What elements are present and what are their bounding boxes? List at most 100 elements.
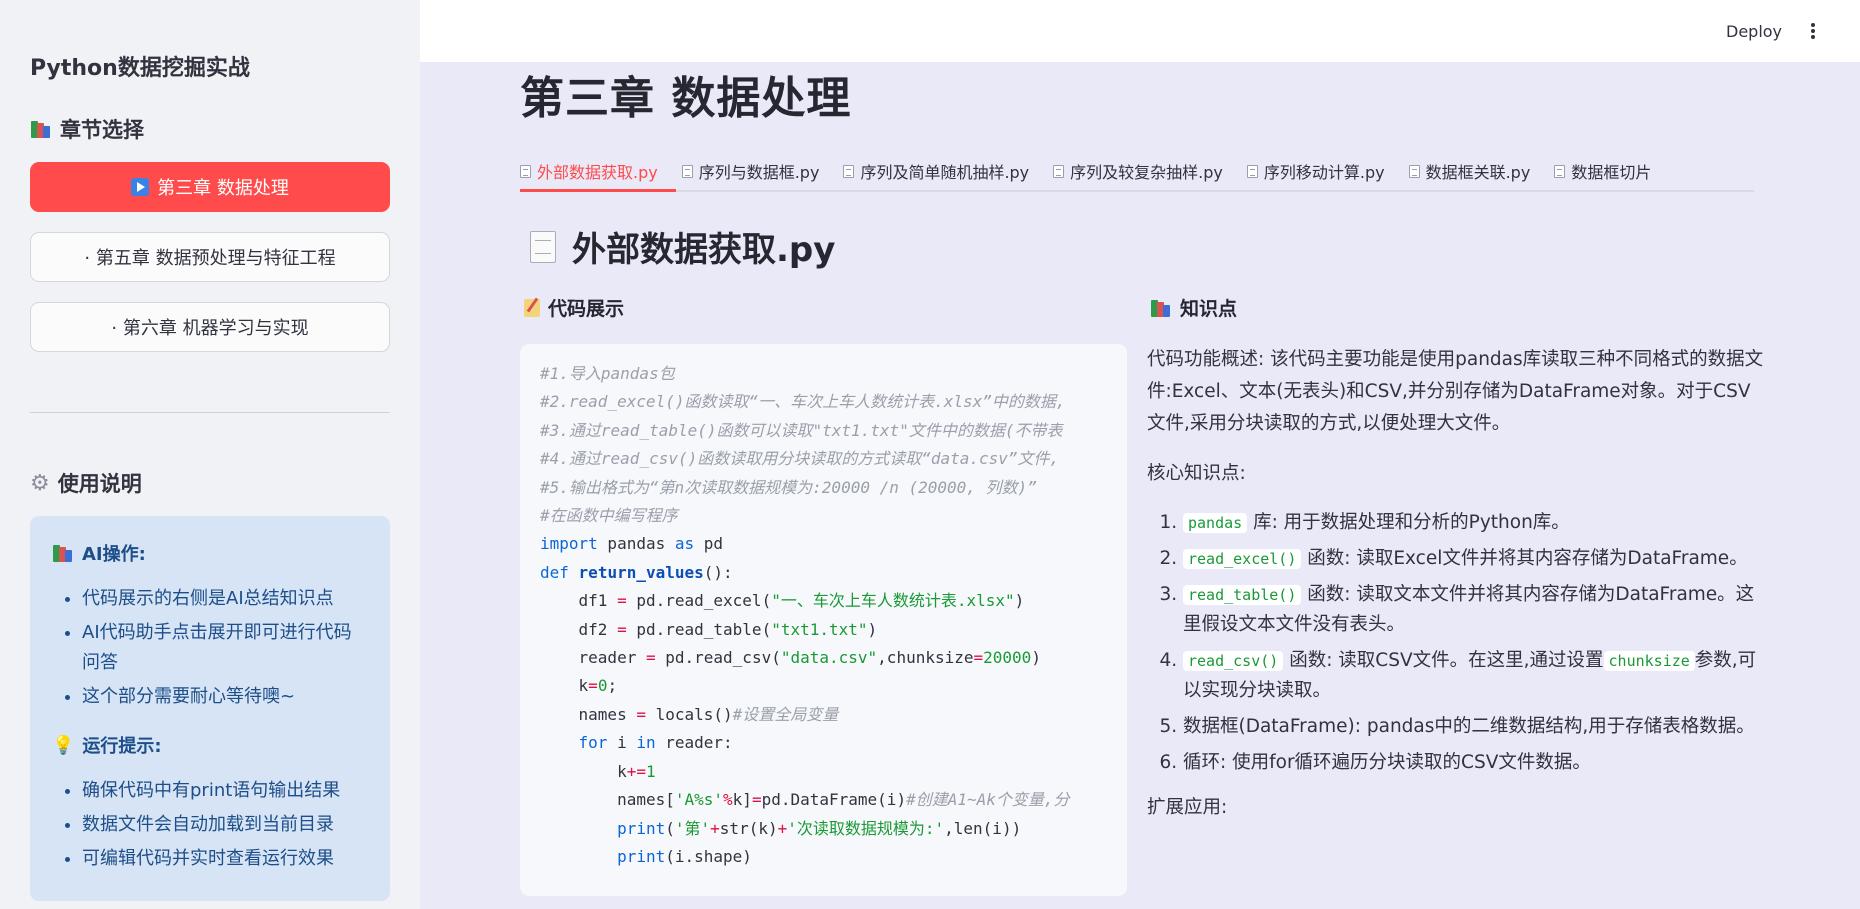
tab-file-3[interactable]: 序列及简单随机抽样.py bbox=[843, 146, 1029, 190]
code-number: 20000 bbox=[983, 648, 1032, 668]
tab-label: 序列移动计算.py bbox=[1263, 163, 1385, 182]
tab-label: 外部数据获取.py bbox=[537, 163, 658, 182]
code-text: ) bbox=[1014, 591, 1025, 611]
run-tips-title: 运行提示: bbox=[82, 736, 162, 757]
code-operator: = bbox=[636, 704, 646, 724]
run-tips-heading: 💡 运行提示: bbox=[52, 732, 368, 758]
inline-code: read_table() bbox=[1183, 585, 1302, 605]
usage-title: 使用说明 bbox=[57, 472, 142, 496]
chapter-button-5[interactable]: · 第五章 数据预处理与特征工程 bbox=[30, 232, 390, 282]
code-number: 1 bbox=[645, 761, 656, 781]
tab-file-1[interactable]: 外部数据获取.py bbox=[520, 146, 658, 190]
tab-file-5[interactable]: 序列移动计算.py bbox=[1246, 146, 1385, 190]
inline-code: read_csv() bbox=[1183, 651, 1284, 671]
core-points-list: pandas 库: 用于数据处理和分析的Python库。 read_excel(… bbox=[1147, 508, 1767, 778]
code-text: k] bbox=[732, 790, 752, 810]
ai-ops-heading: AI操作: bbox=[52, 540, 368, 566]
code-text: ( bbox=[665, 818, 675, 838]
code-text: reader: bbox=[655, 733, 733, 753]
extension-heading: 扩展应用: bbox=[1147, 797, 1228, 818]
knowledge-heading: 知识点 bbox=[1150, 294, 1237, 321]
code-text: i bbox=[607, 733, 637, 753]
main-content: 第三章 数据处理 外部数据获取.py 序列与数据框.py 序列及简单随机抽样.p… bbox=[420, 62, 1860, 909]
chapter-button-3[interactable]: 第三章 数据处理 bbox=[30, 162, 390, 212]
chapter-section-title: 章节选择 bbox=[60, 118, 144, 142]
list-item: AI代码助手点击展开即可进行代码问答 bbox=[82, 618, 368, 678]
code-operator: = bbox=[751, 790, 762, 810]
active-tab-indicator bbox=[520, 189, 676, 192]
tab-underline bbox=[520, 190, 1754, 192]
tab-file-2[interactable]: 序列与数据框.py bbox=[681, 146, 819, 190]
tab-file-6[interactable]: 数据框关联.py bbox=[1408, 146, 1531, 190]
page-title: 第三章 数据处理 bbox=[520, 73, 852, 124]
list-item-text: 函数: 读取CSV文件。在这里,通过设置 bbox=[1283, 650, 1604, 671]
list-item: pandas 库: 用于数据处理和分析的Python库。 bbox=[1183, 508, 1767, 538]
tab-file-7[interactable]: 数据框切片 bbox=[1554, 146, 1651, 190]
lightbulb-icon: 💡 bbox=[52, 734, 75, 756]
tab-file-4[interactable]: 序列及较复杂抽样.py bbox=[1053, 146, 1223, 190]
code-operator: = bbox=[617, 619, 627, 639]
code-comment: #4.通过read_csv()函数读取用分块读取的方式读取“data.csv”文… bbox=[540, 449, 1060, 469]
code-block[interactable]: #1.导入pandas包 #2.read_excel()函数读取“一、车次上车人… bbox=[520, 344, 1127, 896]
file-title-text: 外部数据获取.py bbox=[572, 230, 836, 270]
code-string: '第' bbox=[674, 818, 711, 838]
list-item: 代码展示的右侧是AI总结知识点 bbox=[82, 584, 368, 614]
list-item: 循环: 使用for循环遍历分块读取的CSV文件数据。 bbox=[1183, 748, 1767, 778]
code-operator: = bbox=[973, 648, 984, 668]
code-text: df2 bbox=[540, 619, 618, 639]
list-item: read_excel() 函数: 读取Excel文件并将其内容存储为DataFr… bbox=[1183, 544, 1767, 574]
deploy-button[interactable]: Deploy bbox=[1726, 22, 1782, 41]
code-text: ) bbox=[867, 619, 878, 639]
code-text: locals() bbox=[645, 704, 733, 724]
code-operator: % bbox=[723, 790, 733, 810]
inline-code: read_excel() bbox=[1183, 549, 1302, 569]
list-item-text: 数据框(DataFrame): pandas中的二维数据结构,用于存储表格数据。 bbox=[1183, 716, 1755, 737]
code-string: 'A%s' bbox=[674, 790, 724, 810]
app-title: Python数据挖掘实战 bbox=[30, 56, 250, 81]
document-icon bbox=[1246, 164, 1258, 178]
list-item: 可编辑代码并实时查看运行效果 bbox=[82, 844, 368, 874]
code-lines: #1.导入pandas包 #2.read_excel()函数读取“一、车次上车人… bbox=[540, 360, 1070, 871]
inline-code: pandas bbox=[1183, 513, 1248, 533]
tab-label: 序列及简单随机抽样.py bbox=[860, 163, 1030, 182]
code-text: str(k) bbox=[719, 818, 778, 838]
code-comment: #2.read_excel()函数读取“一、车次上车人数统计表.xlsx”中的数… bbox=[540, 392, 1066, 412]
core-points-heading: 核心知识点: bbox=[1147, 463, 1246, 484]
code-text: (): bbox=[703, 562, 733, 582]
document-icon bbox=[520, 164, 531, 178]
document-icon bbox=[681, 164, 693, 178]
code-heading-text: 代码展示 bbox=[548, 298, 625, 320]
list-item: 确保代码中有print语句输出结果 bbox=[82, 776, 368, 806]
memo-icon bbox=[524, 298, 540, 317]
chapter-button-label: · 第六章 机器学习与实现 bbox=[111, 318, 309, 339]
chapter-button-6[interactable]: · 第六章 机器学习与实现 bbox=[30, 302, 390, 352]
code-text: names bbox=[540, 704, 637, 724]
code-text: k bbox=[540, 761, 627, 781]
tab-label: 数据框关联.py bbox=[1425, 163, 1531, 182]
code-text: pd.DataFrame(i) bbox=[761, 790, 907, 810]
code-text: pd.read_excel( bbox=[626, 591, 772, 611]
usage-heading: ⚙ 使用说明 bbox=[30, 468, 142, 498]
document-icon bbox=[1408, 164, 1420, 178]
play-icon bbox=[131, 178, 150, 196]
books-icon bbox=[52, 543, 74, 563]
overview-text: 代码功能概述: 该代码主要功能是使用pandas库读取三种不同格式的数据文件:E… bbox=[1147, 349, 1764, 434]
document-icon bbox=[530, 230, 556, 263]
code-keyword: print bbox=[617, 846, 666, 866]
code-number: 0 bbox=[597, 676, 608, 696]
gear-icon: ⚙ bbox=[30, 470, 50, 496]
code-string: "一、车次上车人数统计表.xlsx" bbox=[771, 591, 1015, 611]
code-comment: #5.输出格式为“第n次读取数据规模为:20000 /n (20000, 列数)… bbox=[540, 477, 1037, 497]
code-text: pd bbox=[694, 534, 724, 554]
code-text: ) bbox=[1031, 648, 1041, 668]
code-text: df1 bbox=[540, 591, 618, 611]
code-keyword: in bbox=[636, 733, 656, 753]
ai-ops-list: 代码展示的右侧是AI总结知识点 AI代码助手点击展开即可进行代码问答 这个部分需… bbox=[52, 584, 368, 712]
code-keyword: import bbox=[540, 534, 598, 554]
usage-info-box: AI操作: 代码展示的右侧是AI总结知识点 AI代码助手点击展开即可进行代码问答… bbox=[30, 516, 390, 901]
tab-label: 数据框切片 bbox=[1571, 163, 1652, 182]
code-comment: #设置全局变量 bbox=[732, 704, 839, 724]
more-menu-icon[interactable] bbox=[1806, 20, 1820, 42]
